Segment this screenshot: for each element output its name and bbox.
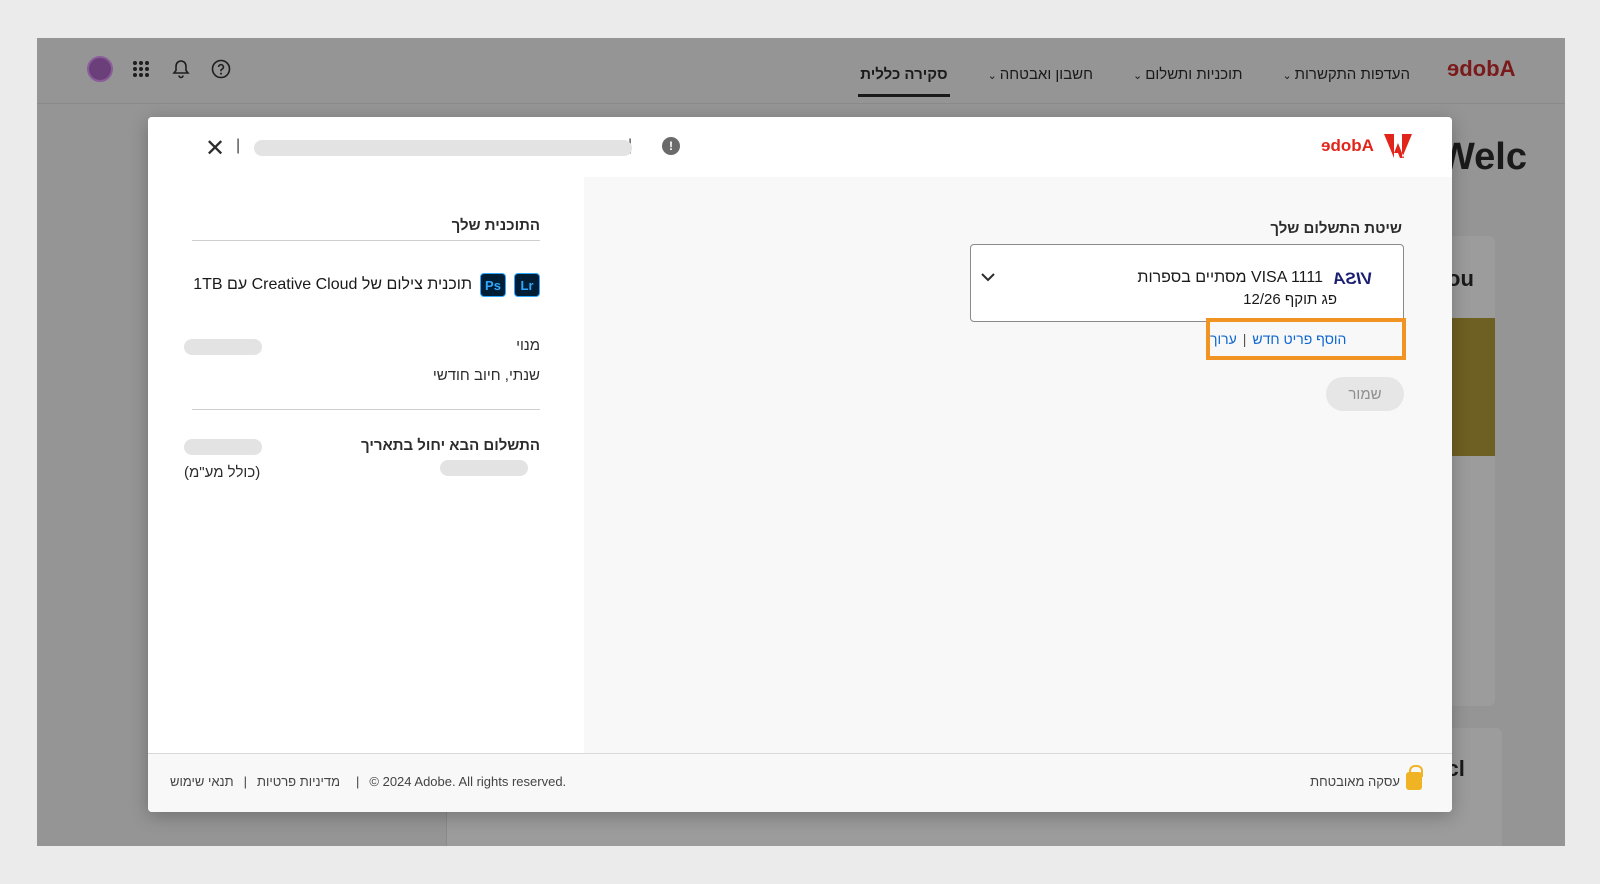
divider: | <box>356 774 360 789</box>
page-title: Welc <box>1438 136 1527 178</box>
lightroom-app-icon: Lr <box>514 273 540 297</box>
card-number: VISA 1111 מסתיים בספרות <box>1137 269 1323 286</box>
redacted-email-field <box>254 140 632 156</box>
bell-icon[interactable] <box>169 57 193 81</box>
divider <box>192 240 540 241</box>
adobe-logo: Adobe <box>1321 134 1412 158</box>
nav-account-security[interactable]: חשבון ואבטחה⌄ <box>988 66 1093 83</box>
top-navigation: Adobe סקירה כללית חשבון ואבטחה⌄ תוכניות … <box>37 38 1565 104</box>
plan-summary-panel: התוכנית שלך Lr Ps תוכנית צילום של Creati… <box>148 177 584 753</box>
nav-overview[interactable]: סקירה כללית <box>858 66 950 97</box>
card-actions-highlight: הוסף פריט חדש | ערוך <box>1206 318 1406 360</box>
lock-icon <box>1406 765 1423 790</box>
plan-name: תוכנית צילום של Creative Cloud עם 1TB <box>193 276 472 293</box>
divider: | <box>243 774 247 789</box>
dialog-footer: עסקה מאובטחת תנאי שימוש | מדיניות פרטיות… <box>148 753 1452 812</box>
redacted-next-amount <box>184 439 262 455</box>
divider <box>192 409 540 410</box>
terms-link[interactable]: תנאי שימוש <box>170 774 234 789</box>
chevron-down-icon: ⌄ <box>1282 70 1292 82</box>
adobe-logo-text: Adobe <box>1321 136 1374 155</box>
divider: | <box>1242 331 1247 347</box>
avatar[interactable] <box>87 56 113 82</box>
help-icon[interactable] <box>209 57 233 81</box>
redacted-next-date <box>440 460 528 476</box>
visa-icon: VISA <box>1333 269 1373 288</box>
dialog-header: Adobe ! | | ✕ <box>148 117 1452 177</box>
billing-label: שנתי, חיוב חודשי <box>432 367 540 384</box>
summary-title: התוכנית שלך <box>451 217 540 234</box>
plan-row: Lr Ps תוכנית צילום של Creative Cloud עם … <box>193 273 540 297</box>
chevron-down-icon[interactable] <box>981 269 995 285</box>
redacted-price <box>184 339 262 355</box>
subscription-label: מנוי <box>516 337 540 354</box>
chevron-down-icon: ⌄ <box>987 70 997 82</box>
payment-method-select[interactable]: VISA VISA 1111 מסתיים בספרות פג תוקף 12/… <box>970 244 1404 322</box>
secure-transaction-label: עסקה מאובטחת <box>1310 773 1400 789</box>
adobe-brand-logo[interactable]: Adobe <box>1447 56 1515 82</box>
top-icons <box>87 56 233 82</box>
add-new-card-link[interactable]: הוסף פריט חדש <box>1252 331 1346 347</box>
photoshop-app-icon: Ps <box>480 273 506 297</box>
divider: | <box>236 137 241 154</box>
nav-communication-preferences[interactable]: העדפות התקשרות⌄ <box>1282 66 1410 83</box>
vat-note: (כולל מע"מ) <box>184 464 261 481</box>
info-icon[interactable]: ! <box>662 137 680 155</box>
payment-method-title: שיטת התשלום שלך <box>1270 220 1402 237</box>
privacy-link[interactable]: מדיניות פרטיות <box>257 774 340 789</box>
adobe-logo-mark-icon <box>1384 134 1412 158</box>
footer-links: תנאי שימוש | מדיניות פרטיות | © 2024 Ado… <box>170 774 566 789</box>
close-icon[interactable]: ✕ <box>205 134 225 163</box>
payment-method-dialog: Adobe ! | | ✕ התוכנית שלך Lr Ps תוכנית צ… <box>148 117 1452 812</box>
card-expiry: פג תוקף 12/26 <box>1243 291 1337 308</box>
secure-transaction: עסקה מאובטחת <box>1310 765 1423 790</box>
copyright-text: © 2024 Adobe. All rights reserved. <box>369 774 567 789</box>
chevron-down-icon: ⌄ <box>1133 70 1143 82</box>
edit-card-link[interactable]: ערוך <box>1210 331 1237 347</box>
next-payment-label: התשלום הבא יחול בתאריך <box>360 437 540 454</box>
nav-plans-payment[interactable]: תוכניות ותשלום⌄ <box>1133 66 1242 83</box>
save-button[interactable]: שמור <box>1326 377 1404 411</box>
nav-links: סקירה כללית חשבון ואבטחה⌄ תוכניות ותשלום… <box>858 66 1410 97</box>
apps-grid-icon[interactable] <box>129 57 153 81</box>
payment-method-panel: שיטת התשלום שלך VISA VISA 1111 מסתיים בס… <box>584 177 1452 753</box>
